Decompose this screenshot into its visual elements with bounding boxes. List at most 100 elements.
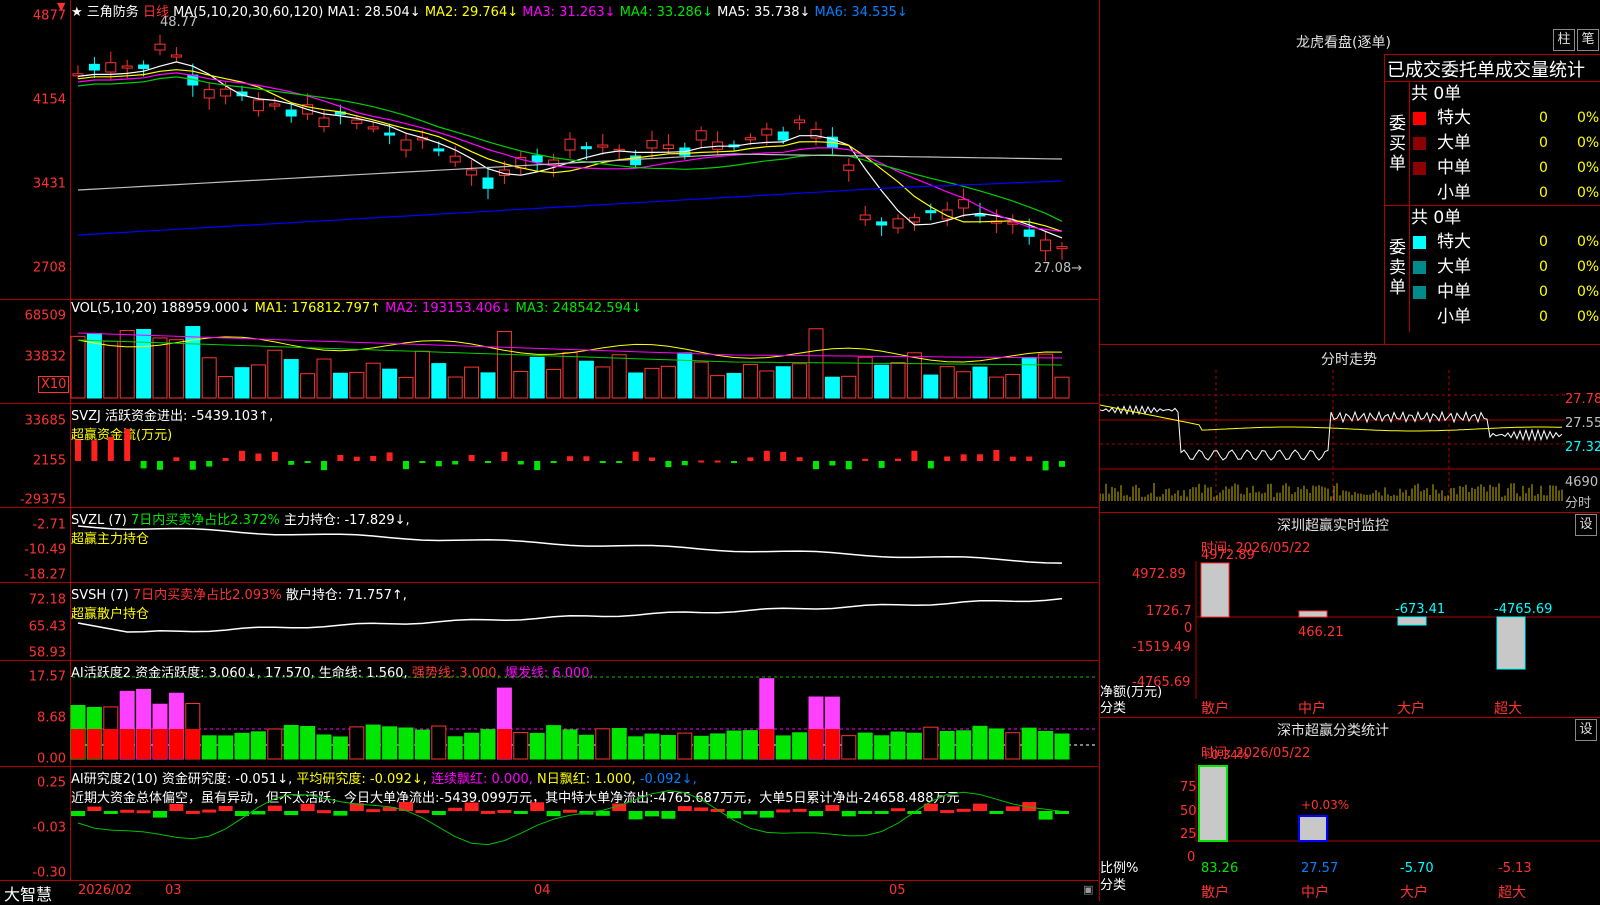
candle-body <box>794 119 806 124</box>
tick-view-button[interactable]: 笔 <box>1577 29 1599 51</box>
intraday-panel[interactable]: 分时走势 27.78 27.55 27.32 4690 分时 <box>1099 344 1600 513</box>
kline-pane[interactable]: 4877 4154 3431 2708 ▼ ★ 三角防务 日线 MA(5,10,… <box>0 0 1098 300</box>
activity-bar <box>611 728 627 760</box>
activity-bar <box>660 735 676 760</box>
activity-bar-base <box>809 729 823 759</box>
bar-value-label: -673.41 <box>1395 602 1446 617</box>
buy-row: 大单 0 0% <box>1411 131 1600 156</box>
flow-bar <box>288 461 295 465</box>
activity-bar-base <box>497 729 512 759</box>
buy-row-count: 0 <box>1539 185 1548 201</box>
monitor-bar <box>1397 616 1427 626</box>
flow-bar <box>107 437 114 461</box>
flow-bar <box>468 454 475 461</box>
svsh-line[interactable] <box>0 583 1098 661</box>
svzl-line[interactable] <box>0 508 1098 583</box>
flow-bar <box>878 461 885 468</box>
research-bar <box>153 811 167 818</box>
activity-bar <box>562 729 578 760</box>
svzj-pane[interactable]: 33685 2155 -29375 SVZJ 活跃资金进出: -5439.103… <box>0 403 1098 508</box>
research-bar <box>973 803 987 811</box>
research-bar <box>103 811 118 814</box>
svzj-bars[interactable] <box>0 404 1098 508</box>
volume-bar <box>1054 376 1070 399</box>
ai-research-pane[interactable]: 0.25 -0.03 -0.30 AI研究度2(10) 资金研究度: -0.05… <box>0 766 1098 881</box>
volume-bar <box>201 357 217 399</box>
flow-bar <box>1026 456 1033 461</box>
change-label: +0.03% <box>1301 798 1350 812</box>
volume-bar <box>464 366 480 399</box>
research-bar <box>415 810 430 814</box>
research-bar <box>87 806 102 811</box>
volume-pane[interactable]: 68509 33832 X10 VOL(5,10,20) 188959.000↓… <box>0 299 1098 404</box>
flow-bar <box>91 440 98 461</box>
sell-row-name: 大单 <box>1437 257 1471 277</box>
activity-bar <box>578 734 594 760</box>
category-label: 中户 <box>1301 885 1329 901</box>
svzl-pane[interactable]: -2.71 -10.49 -18.27 SVZL (7) 7日内买卖净占比2.3… <box>0 507 1098 583</box>
research-bar <box>1038 811 1053 820</box>
sell-row-count: 0 <box>1539 259 1548 275</box>
svsh-pane[interactable]: 72.18 65.43 58.93 SVSH (7) 7日内买卖净占比2.093… <box>0 582 1098 661</box>
flow-bar <box>403 461 409 470</box>
research-bar <box>858 811 873 814</box>
candle-body <box>1040 239 1052 252</box>
research-bar <box>776 809 791 813</box>
classify-panel: 深市超赢分类统计 设 时间: 2026/05/22 75 50 25 0 比例%… <box>1099 717 1600 901</box>
candle-body <box>121 65 133 69</box>
ai-research-bars[interactable] <box>0 767 1098 881</box>
activity-bar <box>201 735 217 760</box>
research-bar <box>333 811 348 816</box>
volume-bar <box>956 371 972 399</box>
activity-bar <box>513 732 529 760</box>
ai-active-bars[interactable] <box>0 661 1098 767</box>
lock-icon[interactable]: ▣ <box>1083 883 1093 896</box>
volume-bar <box>874 364 890 399</box>
activity-bar <box>677 732 693 760</box>
activity-bar <box>431 725 447 760</box>
flow-bar <box>960 454 967 461</box>
volume-bar <box>742 363 758 399</box>
activity-bar <box>332 736 348 760</box>
column-view-button[interactable]: 柱 <box>1553 29 1575 51</box>
dragon-tabs[interactable]: 已成交委托单成交量统计 <box>1387 56 1585 82</box>
candle-body <box>646 139 658 149</box>
activity-bar <box>365 724 381 760</box>
candlestick-chart[interactable] <box>0 0 1098 300</box>
flow-bar <box>75 439 81 461</box>
volume-bar <box>267 349 283 399</box>
buy-row-pct: 0% <box>1577 110 1600 126</box>
activity-bar-base <box>87 729 102 759</box>
ai-active-pane[interactable]: 17.57 8.68 0.00 AI活跃度2 资金活跃度: 3.060↓, 17… <box>0 660 1098 767</box>
sell-row: 大单 0 0% <box>1411 255 1600 280</box>
activity-bar-base <box>825 729 840 759</box>
date-label: 04 <box>534 883 551 898</box>
flow-bar <box>714 460 721 463</box>
activity-bar <box>398 727 414 760</box>
flow-bar <box>993 450 1000 461</box>
bar-value-label: 83.26 <box>1201 861 1239 876</box>
sell-row-count: 0 <box>1539 234 1548 250</box>
volume-bars[interactable] <box>0 300 1098 404</box>
monitor-bar <box>1496 616 1526 670</box>
retail-holding-line <box>77 597 1063 633</box>
research-bar <box>743 811 758 815</box>
flow-bar <box>517 461 524 465</box>
classify-bar <box>1298 815 1328 842</box>
intraday-chart[interactable] <box>1100 345 1600 513</box>
candle-body <box>482 177 494 189</box>
sell-row: 特大 0 0% <box>1411 230 1600 255</box>
research-bar <box>497 809 512 813</box>
research-bar <box>448 807 463 811</box>
buy-row-name: 大单 <box>1437 133 1471 153</box>
category-label: 散户 <box>1201 701 1229 717</box>
candle-body <box>892 218 904 229</box>
category-label: 超大 <box>1494 701 1522 717</box>
activity-bar <box>628 736 644 760</box>
flow-bar <box>599 461 606 463</box>
candle-body <box>580 146 592 150</box>
bar-value-label: -5.70 <box>1400 861 1434 876</box>
flow-bar <box>321 461 327 471</box>
volume-bar <box>447 376 463 399</box>
volume-bar <box>644 367 660 399</box>
